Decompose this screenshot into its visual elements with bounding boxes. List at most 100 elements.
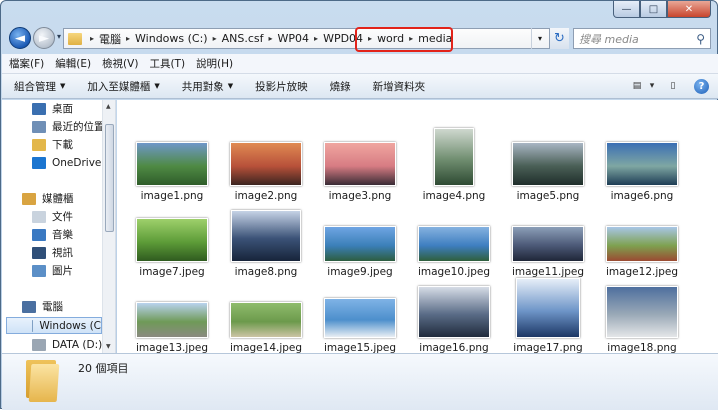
address-bar[interactable]: ▸ 電腦 ▸ Windows (C:) ▸ ANS.csf ▸ WP04 ▸ WPD04 ▸ word… — [63, 28, 569, 49]
breadcrumb-item[interactable]: WP04 — [278, 32, 310, 45]
file-item[interactable]: image6.png — [597, 122, 687, 202]
nav-item[interactable]: Windows (C — [6, 317, 102, 334]
toolbar-button[interactable]: 燒錄 — [330, 79, 351, 94]
toolbar-button-label: 共用對象 — [181, 80, 224, 93]
forward-button[interactable]: ► — [33, 27, 55, 49]
image-thumbnail — [136, 302, 208, 338]
file-item[interactable]: image11.jpeg — [503, 198, 593, 278]
chevron-down-icon: ▼ — [227, 82, 234, 90]
file-item[interactable]: image15.jpeg — [315, 274, 405, 353]
image-thumbnail — [512, 142, 584, 186]
image-thumbnail — [516, 278, 580, 338]
file-item[interactable]: image13.jpeg — [127, 274, 217, 353]
nav-item[interactable]: 圖片 — [2, 262, 73, 279]
help-button[interactable]: ? — [694, 78, 709, 94]
change-view-button[interactable]: ▤ — [628, 78, 646, 94]
nav-item-label: 音樂 — [52, 229, 73, 241]
nav-item[interactable]: 視訊 — [2, 244, 73, 261]
nav-item[interactable]: 桌面 — [2, 100, 73, 117]
close-button[interactable]: ✕ — [667, 1, 711, 18]
back-arrow-icon: ◄ — [15, 30, 25, 46]
image-thumbnail — [231, 210, 301, 262]
refresh-icon: ↻ — [554, 31, 565, 46]
address-dropdown-button[interactable]: ▾ — [531, 28, 548, 49]
image-thumbnail — [606, 286, 678, 338]
explorer-window: — □ ✕ ◄ ► ▾ ▸ 電腦 ▸ Windows (C:) ▸ ANS.csf ▸ WP0… — [0, 0, 718, 410]
nav-item[interactable]: 文件 — [2, 208, 73, 225]
breadcrumb-separator-icon[interactable]: ▸ — [90, 34, 94, 43]
file-name: image17.png — [513, 342, 583, 353]
recent-pages-button[interactable]: ▾ — [57, 32, 61, 41]
menu-item[interactable]: 檢視(V) — [102, 56, 138, 71]
nav-item-label: 圖片 — [52, 265, 73, 277]
breadcrumb-item[interactable]: 電腦 — [99, 31, 121, 47]
onedrive-icon — [32, 156, 46, 169]
desktop-icon — [32, 102, 46, 115]
breadcrumb-separator-icon[interactable]: ▸ — [269, 34, 273, 43]
nav-item[interactable]: 最近的位置 — [2, 118, 105, 135]
image-thumbnail — [324, 142, 396, 186]
scrollbar-thumb[interactable] — [105, 124, 114, 232]
recent-places-icon — [32, 120, 46, 133]
file-item[interactable]: image10.jpeg — [409, 198, 499, 278]
file-name: image15.jpeg — [323, 342, 397, 353]
nav-item-label: 最近的位置 — [52, 121, 105, 133]
toolbar-button[interactable]: 加入至媒體櫃 ▼ — [87, 79, 159, 94]
search-box[interactable]: 搜尋 media ⚲ — [573, 28, 711, 49]
scroll-up-arrow[interactable]: ▲ — [106, 103, 111, 110]
nav-item[interactable]: 電腦 — [2, 298, 63, 315]
menu-item[interactable]: 編輯(E) — [55, 56, 91, 71]
nav-item[interactable]: 媒體櫃 — [2, 190, 74, 207]
caption-buttons: — □ ✕ — [613, 1, 711, 19]
view-options-dropdown[interactable]: ▾ — [648, 78, 656, 94]
command-bar: 組合管理 ▼ 加入至媒體櫃 ▼ 共用對象 ▼ 投影片放映 燒錄 新增資料夾 — [2, 74, 718, 99]
minimize-button[interactable]: — — [613, 1, 640, 18]
nav-item[interactable]: 下載 — [2, 136, 73, 153]
toolbar-button[interactable]: 組合管理 ▼ — [14, 79, 65, 94]
nav-item[interactable]: DATA (D:) — [2, 336, 102, 353]
item-count: 20 個項目 — [78, 362, 129, 375]
menu-item[interactable]: 說明(H) — [196, 56, 233, 71]
menu-item[interactable]: 檔案(F) — [9, 56, 44, 71]
breadcrumb-separator-icon[interactable]: ▸ — [314, 34, 318, 43]
computer-icon — [22, 300, 36, 313]
file-name: image16.png — [419, 342, 489, 353]
breadcrumb-separator-icon[interactable]: ▸ — [213, 34, 217, 43]
file-item[interactable]: image4.png — [409, 122, 499, 202]
file-item[interactable]: image9.jpeg — [315, 198, 405, 278]
nav-item-label: Windows (C — [39, 319, 101, 332]
toolbar-button[interactable]: 新增資料夾 — [373, 79, 426, 94]
maximize-button[interactable]: □ — [640, 1, 667, 18]
breadcrumb-separator-icon[interactable]: ▸ — [126, 34, 130, 43]
refresh-button[interactable]: ↻ — [549, 28, 569, 49]
nav-item[interactable]: OneDrive - — [2, 154, 109, 171]
breadcrumb-item[interactable]: Windows (C:) — [135, 32, 208, 45]
image-thumbnail — [136, 142, 208, 186]
nav-item[interactable]: 音樂 — [2, 226, 73, 243]
navigation-pane-scrollbar[interactable]: ▲ ▼ — [102, 100, 115, 353]
file-item[interactable]: image17.png — [503, 274, 593, 353]
file-item[interactable]: image8.png — [221, 198, 311, 278]
chevron-down-icon: ▼ — [60, 82, 66, 90]
breadcrumb-item[interactable]: ANS.csf — [222, 32, 264, 45]
image-thumbnail — [606, 142, 678, 186]
toolbar-button[interactable]: 投影片放映 — [255, 79, 308, 94]
file-item[interactable]: image1.png — [127, 122, 217, 202]
scroll-down-arrow[interactable]: ▼ — [106, 343, 111, 350]
image-thumbnail — [230, 302, 302, 338]
file-item[interactable]: image18.png — [597, 274, 687, 353]
back-button[interactable]: ◄ — [9, 27, 31, 49]
file-item[interactable]: image3.png — [315, 122, 405, 202]
file-item[interactable]: image12.jpeg — [597, 198, 687, 278]
file-item[interactable]: image14.jpeg — [221, 274, 311, 353]
file-item[interactable]: image2.png — [221, 122, 311, 202]
preview-pane-button[interactable]: ▯ — [664, 78, 682, 94]
search-icon[interactable]: ⚲ — [696, 32, 705, 46]
file-item[interactable]: image7.jpeg — [127, 198, 217, 278]
menu-item[interactable]: 工具(T) — [149, 56, 185, 71]
music-icon — [32, 228, 46, 241]
file-item[interactable]: image16.png — [409, 274, 499, 353]
file-item[interactable]: image5.png — [503, 122, 593, 202]
toolbar-button[interactable]: 共用對象 ▼ — [182, 79, 233, 94]
view-icon: ▤ — [632, 81, 642, 91]
